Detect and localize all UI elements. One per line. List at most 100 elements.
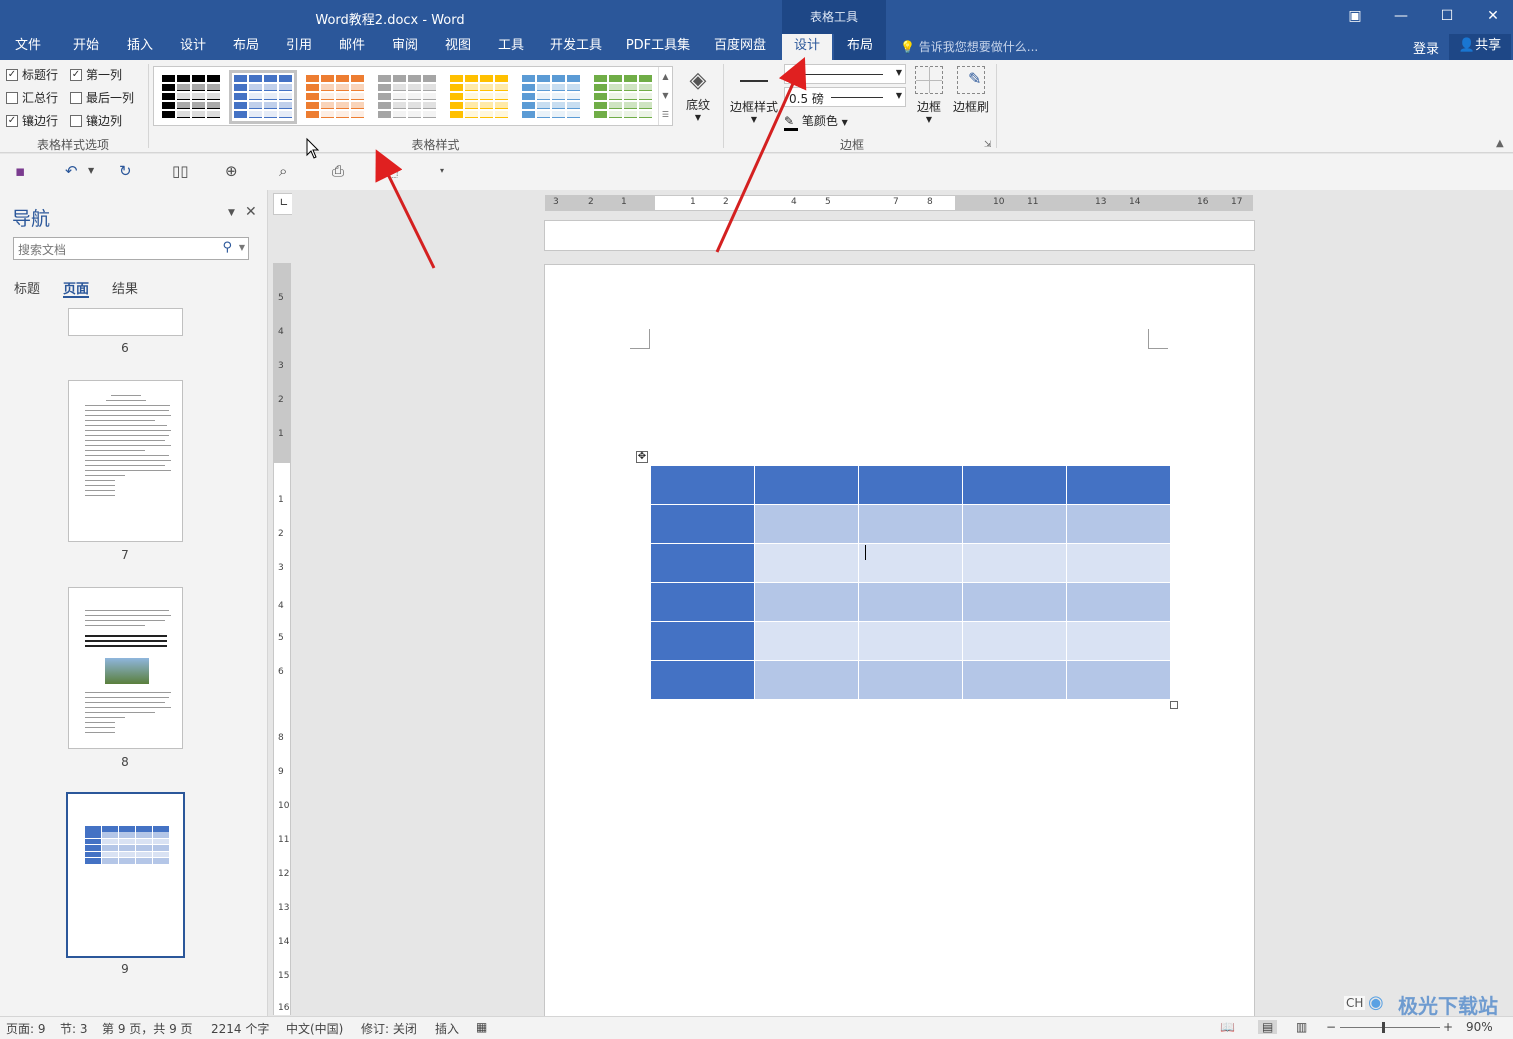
table-cell[interactable]: [650, 504, 755, 544]
table-cell[interactable]: [858, 465, 963, 505]
gallery-up-icon[interactable]: ▲: [659, 67, 672, 86]
tab-review[interactable]: 审阅: [381, 34, 429, 60]
table-cell[interactable]: [1066, 582, 1171, 622]
tab-pdf-tools[interactable]: PDF工具集: [621, 34, 695, 60]
table-cell[interactable]: [754, 660, 859, 700]
table-cell[interactable]: [962, 660, 1067, 700]
gallery-scroll[interactable]: ▲ ▼ ☰: [658, 67, 672, 125]
print-layout-view-icon[interactable]: ▤: [1258, 1020, 1278, 1034]
search-dropdown-icon[interactable]: ▼: [239, 243, 245, 252]
zoom-slider[interactable]: [1340, 1022, 1440, 1033]
table-move-handle[interactable]: ✥: [636, 451, 648, 463]
redo-icon[interactable]: ↻: [119, 162, 132, 180]
format-painter-icon[interactable]: ⎘: [386, 162, 398, 180]
checkbox-banded-columns[interactable]: 镶边列: [70, 112, 122, 129]
table-cell[interactable]: [962, 621, 1067, 661]
table-cell[interactable]: [962, 543, 1067, 583]
maximize-icon[interactable]: ☐: [1424, 0, 1470, 32]
search-icon[interactable]: ⚲: [222, 240, 232, 255]
table-row[interactable]: [650, 465, 1171, 505]
table-row[interactable]: [650, 582, 1171, 622]
checkbox-banded-rows[interactable]: ✓ 镶边行: [6, 112, 58, 129]
tab-table-layout[interactable]: 布局: [834, 34, 886, 60]
status-language[interactable]: 中文(中国): [286, 1020, 343, 1037]
horizontal-ruler[interactable]: 3 2 1 1 2 4 5 7 8 10 11 13 14 16 17: [545, 195, 1253, 211]
macro-record-icon[interactable]: ▦: [476, 1020, 487, 1034]
nav-options-icon[interactable]: ▼: [228, 208, 235, 218]
tab-references[interactable]: 引用: [275, 34, 323, 60]
tab-mailings[interactable]: 邮件: [328, 34, 376, 60]
table-style-option[interactable]: [594, 75, 652, 119]
nav-tab-headings[interactable]: 标题: [14, 278, 40, 297]
attach-icon[interactable]: ⎙: [332, 162, 344, 180]
tab-file[interactable]: 文件: [4, 34, 52, 60]
table-cell[interactable]: [858, 504, 963, 544]
tab-table-design[interactable]: 设计: [782, 34, 832, 60]
shading-button[interactable]: ◈ 底纹 ▼: [680, 66, 716, 122]
borders-button[interactable]: 边框 ▼: [912, 66, 946, 124]
web-layout-view-icon[interactable]: ▥: [1296, 1020, 1307, 1034]
save-icon[interactable]: ▪: [15, 162, 25, 180]
table-cell[interactable]: [754, 621, 859, 661]
border-styles-button[interactable]: 边框样式 ▼: [728, 68, 780, 124]
table-cell[interactable]: [650, 543, 755, 583]
table-cell[interactable]: [858, 660, 963, 700]
minimize-icon[interactable]: —: [1378, 0, 1424, 32]
vertical-ruler[interactable]: 5 4 3 2 1 1 2 3 4 5 6 8 9 10 11 12 13 14 15 16: [273, 263, 291, 1015]
table-cell[interactable]: [1066, 621, 1171, 661]
gallery-down-icon[interactable]: ▼: [659, 86, 672, 105]
tell-me-box[interactable]: 💡 告诉我您想要做什么...: [900, 38, 1038, 55]
page-thumbnail-6[interactable]: [68, 308, 183, 336]
checkbox-first-column[interactable]: ✓ 第一列: [70, 66, 122, 83]
customize-qat-icon[interactable]: ▾: [440, 166, 444, 175]
table-style-option[interactable]: [522, 75, 580, 119]
share-button[interactable]: 👤共享: [1449, 34, 1511, 60]
status-track-changes[interactable]: 修订: 关闭: [361, 1020, 417, 1037]
tab-design[interactable]: 设计: [169, 34, 217, 60]
border-painter-button[interactable]: ✎ 边框刷: [950, 66, 992, 115]
tab-home[interactable]: 开始: [62, 34, 110, 60]
web-layout-icon[interactable]: ⊕: [225, 162, 238, 180]
tab-developer[interactable]: 开发工具: [543, 34, 609, 60]
checkbox-last-column[interactable]: 最后一列: [70, 89, 134, 106]
nav-close-icon[interactable]: ✕: [245, 204, 257, 220]
read-mode-view-icon[interactable]: 📖: [1220, 1020, 1235, 1034]
line-style-select[interactable]: ▼: [784, 64, 906, 84]
zoom-slider-thumb[interactable]: [1382, 1022, 1385, 1033]
zoom-level[interactable]: 90%: [1466, 1020, 1493, 1034]
read-mode-icon[interactable]: ▯▯: [172, 162, 189, 180]
zoom-out-icon[interactable]: −: [1326, 1020, 1336, 1034]
table-style-option[interactable]: [229, 70, 297, 124]
table-cell[interactable]: [754, 543, 859, 583]
undo-icon[interactable]: ↶: [65, 162, 78, 180]
table-cell[interactable]: [754, 582, 859, 622]
table-row[interactable]: [650, 660, 1171, 700]
table-style-option[interactable]: [450, 75, 508, 119]
table-style-option[interactable]: [378, 75, 436, 119]
nav-tab-pages[interactable]: 页面: [63, 278, 89, 297]
collapse-ribbon-icon[interactable]: ▲: [1496, 138, 1504, 149]
table-cell[interactable]: [962, 504, 1067, 544]
table-style-option[interactable]: [306, 75, 364, 119]
tab-baidu-netdisk[interactable]: 百度网盘: [708, 34, 772, 60]
nav-tab-results[interactable]: 结果: [112, 278, 138, 297]
table-cell[interactable]: [1066, 504, 1171, 544]
table-cell[interactable]: [1066, 465, 1171, 505]
page-thumbnail-7[interactable]: [68, 380, 183, 542]
tab-view[interactable]: 视图: [434, 34, 482, 60]
close-icon[interactable]: ✕: [1470, 0, 1513, 32]
tab-insert[interactable]: 插入: [116, 34, 164, 60]
line-weight-select[interactable]: 0.5 磅 ▼: [784, 87, 906, 107]
gallery-more-icon[interactable]: ☰: [659, 105, 672, 124]
table-cell[interactable]: [650, 621, 755, 661]
ribbon-display-options-icon[interactable]: ▣: [1332, 0, 1378, 32]
document-table[interactable]: [650, 465, 1171, 700]
status-page[interactable]: 页面: 9: [6, 1020, 46, 1037]
status-page-count[interactable]: 第 9 页，共 9 页: [102, 1020, 193, 1037]
table-style-option[interactable]: [162, 75, 220, 119]
status-insert-mode[interactable]: 插入: [435, 1020, 459, 1037]
table-cell[interactable]: [754, 504, 859, 544]
page-thumbnail-8[interactable]: [68, 587, 183, 749]
nav-search-input[interactable]: 搜索文档 ⚲ ▼: [13, 237, 249, 260]
table-cell[interactable]: [858, 543, 963, 583]
